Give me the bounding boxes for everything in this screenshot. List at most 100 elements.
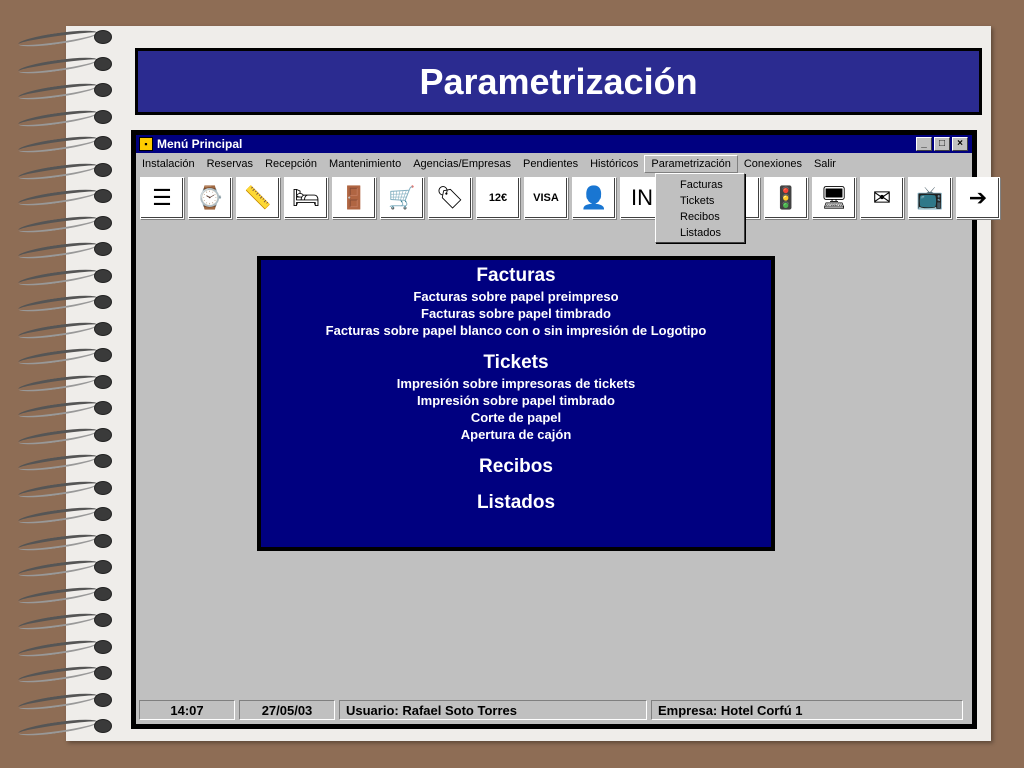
status-bar: 14:07 27/05/03 Usuario: Rafael Soto Torr… <box>136 700 972 722</box>
bed-button[interactable]: 🛏 <box>284 177 328 219</box>
spiral-ring <box>17 106 112 130</box>
window-titlebar: ▪ Menú Principal _ □ × <box>136 135 972 153</box>
spiral-ring <box>17 345 112 368</box>
price-tag-plus-button[interactable]: 🏷 <box>428 177 472 219</box>
facturas-line: Facturas sobre papel timbrado <box>421 306 611 321</box>
cart-button[interactable]: 🛒 <box>380 177 424 219</box>
slide-title-banner: Parametrización <box>135 48 982 115</box>
close-button[interactable]: × <box>952 137 968 151</box>
spiral-ring <box>17 318 112 342</box>
status-date: 27/05/03 <box>239 700 335 720</box>
maximize-button[interactable]: □ <box>934 137 950 151</box>
clock-button[interactable]: ⌚ <box>188 177 232 219</box>
credit-card-button[interactable]: VISA <box>524 177 568 219</box>
door-button[interactable]: 🚪 <box>332 177 376 219</box>
spiral-ring <box>17 371 112 395</box>
cart-icon: 🛒 <box>388 185 416 210</box>
status-time: 14:07 <box>139 700 235 720</box>
spiral-ring <box>17 159 112 183</box>
traffic-light-icon: 🚦 <box>772 185 800 210</box>
spiral-ring <box>17 133 112 156</box>
menu-item-hist-ricos[interactable]: Históricos <box>584 155 644 173</box>
tickets-heading: Tickets <box>483 352 549 373</box>
envelope-icon: ✉ <box>872 185 892 210</box>
menu-item-instalaci-n[interactable]: Instalación <box>136 155 201 173</box>
spiral-ring <box>17 186 112 209</box>
envelope-button[interactable]: ✉ <box>860 177 904 219</box>
menu-item-salir[interactable]: Salir <box>808 155 842 173</box>
menu-item-recepci-n[interactable]: Recepción <box>259 155 323 173</box>
computer-icon: 🖥 <box>820 185 848 210</box>
door-icon: 🚪 <box>340 185 368 210</box>
app-window: ▪ Menú Principal _ □ × Instalación Reserv… <box>131 130 1000 729</box>
parametrizacion-dropdown: Facturas Tickets Recibos Listados <box>655 173 745 243</box>
spiral-ring <box>17 557 112 580</box>
tickets-line: Apertura de cajón <box>460 427 572 442</box>
tickets-line: Corte de papel <box>470 410 562 425</box>
person-icon: 👤 <box>580 185 608 210</box>
spiral-ring <box>17 716 112 739</box>
facturas-line: Facturas sobre papel preimpreso <box>413 289 619 304</box>
traffic-light-button[interactable]: 🚦 <box>764 177 808 219</box>
spiral-ring <box>17 663 112 686</box>
spiral-ring <box>17 689 112 713</box>
window-title: Menú Principal <box>157 137 243 151</box>
status-user: Usuario: Rafael Soto Torres <box>339 700 647 720</box>
dropdown-item-facturas[interactable]: Facturas <box>656 177 744 193</box>
dropdown-item-listados[interactable]: Listados <box>656 225 744 241</box>
menu-item-mantenimiento[interactable]: Mantenimiento <box>323 155 407 173</box>
spiral-ring <box>17 212 112 236</box>
slide-title: Parametrización <box>419 60 698 102</box>
spiral-ring <box>17 583 112 607</box>
computer-button[interactable]: 🖥 <box>812 177 856 219</box>
tickets-line: Impresión sobre papel timbrado <box>417 393 615 408</box>
dropdown-item-recibos[interactable]: Recibos <box>656 209 744 225</box>
spiral-ring <box>17 451 112 474</box>
status-company: Empresa: Hotel Corfú 1 <box>651 700 963 720</box>
menu-bar: Instalación Reservas Recepción Mantenimient… <box>136 155 972 173</box>
list-icon: ☰ <box>152 185 172 210</box>
listados-heading: Listados <box>476 492 556 513</box>
info-panel: Facturas Facturas sobre papel preimpreso… <box>257 256 775 551</box>
spiral-ring <box>17 265 112 289</box>
ruler-button[interactable]: 📏 <box>236 177 280 219</box>
price-tag-button[interactable]: 12€ <box>476 177 520 219</box>
recibos-heading: Recibos <box>479 456 553 477</box>
menu-item-pendientes[interactable]: Pendientes <box>517 155 584 173</box>
spiral-ring <box>17 424 112 448</box>
spiral-ring <box>17 27 112 50</box>
credit-card-icon: VISA <box>533 192 559 204</box>
menu-item-reservas[interactable]: Reservas <box>201 155 259 173</box>
spiral-ring <box>17 239 112 262</box>
person-button[interactable]: 👤 <box>572 177 616 219</box>
spiral-ring <box>17 80 112 103</box>
spiral-ring <box>17 292 112 315</box>
info-icon: IN <box>631 185 653 210</box>
facturas-line: Facturas sobre papel blanco con o sin im… <box>325 323 707 338</box>
price-tag-icon: 12€ <box>488 192 508 204</box>
menu-item-conexiones[interactable]: Conexiones <box>738 155 808 173</box>
app-icon: ▪ <box>139 137 153 151</box>
spiral-ring <box>17 530 112 554</box>
tv-button[interactable]: 📺 <box>908 177 952 219</box>
dropdown-item-tickets[interactable]: Tickets <box>656 193 744 209</box>
tv-icon: 📺 <box>916 185 944 210</box>
toolbar: ☰ ⌚ 📏 🛏 🚪 🛒 🏷 12€ VISA 👤 IN 🚦 🖥 ✉ 📺 ➔ <box>140 177 1000 221</box>
spiral-binding <box>0 27 120 750</box>
clock-icon: ⌚ <box>196 185 224 210</box>
menu-item-agencias-empresas[interactable]: Agencias/Empresas <box>407 155 517 173</box>
ruler-icon: 📏 <box>244 185 272 210</box>
facturas-heading: Facturas <box>476 265 556 286</box>
spiral-ring <box>17 53 112 77</box>
price-tag-plus-icon: 🏷 <box>436 185 464 210</box>
menu-item-parametrizaci-n[interactable]: Parametrización <box>644 155 738 173</box>
spiral-ring <box>17 398 112 421</box>
exit-icon: ➔ <box>968 185 988 210</box>
minimize-button[interactable]: _ <box>916 137 932 151</box>
spiral-ring <box>17 477 112 501</box>
bed-icon: 🛏 <box>292 185 320 210</box>
spiral-ring <box>17 610 112 633</box>
exit-button[interactable]: ➔ <box>956 177 1000 219</box>
tickets-line: Impresión sobre impresoras de tickets <box>396 376 636 391</box>
list-button[interactable]: ☰ <box>140 177 184 219</box>
